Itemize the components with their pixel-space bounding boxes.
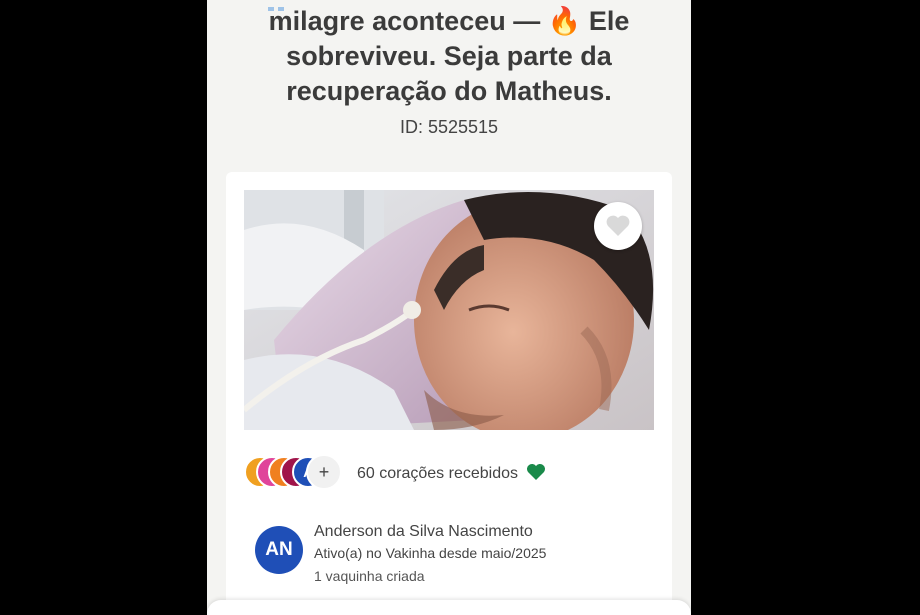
campaign-title-line: milagre aconteceu — 🔥 Ele bbox=[268, 6, 630, 36]
heart-icon bbox=[606, 215, 630, 236]
campaign-title: milagre aconteceu — 🔥 Ele sobreviveu. Se… bbox=[207, 0, 691, 109]
green-heart-icon bbox=[527, 464, 546, 480]
bottom-sheet[interactable] bbox=[207, 600, 691, 615]
campaign-card: A + 60 corações recebidos AN Anderson da… bbox=[226, 172, 672, 615]
campaign-title-line: recuperação do Matheus. bbox=[286, 76, 612, 106]
creator-since: Ativo(a) no Vakinha desde maio/2025 bbox=[314, 545, 547, 561]
hearts-received: 60 corações recebidos bbox=[357, 463, 546, 483]
hearts-received-label: 60 corações recebidos bbox=[357, 465, 518, 482]
supporters-row[interactable]: A + 60 corações recebidos bbox=[244, 454, 654, 494]
more-supporters-button[interactable]: + bbox=[306, 454, 342, 490]
favorite-button[interactable] bbox=[594, 202, 642, 250]
creator-avatar: AN bbox=[255, 526, 303, 574]
creator-name: Anderson da Silva Nascimento bbox=[314, 523, 533, 540]
campaign-id: ID: 5525515 bbox=[399, 117, 499, 137]
phone-screen: milagre aconteceu — 🔥 Ele sobreviveu. Se… bbox=[207, 0, 691, 615]
campaign-photo bbox=[244, 190, 654, 430]
campaign-title-line: sobreviveu. Seja parte da bbox=[286, 41, 612, 71]
creator-info[interactable]: AN Anderson da Silva Nascimento Ativo(a)… bbox=[249, 520, 649, 600]
patient-photo-illustration bbox=[244, 190, 654, 430]
creator-campaign-count: 1 vaquinha criada bbox=[314, 568, 425, 584]
